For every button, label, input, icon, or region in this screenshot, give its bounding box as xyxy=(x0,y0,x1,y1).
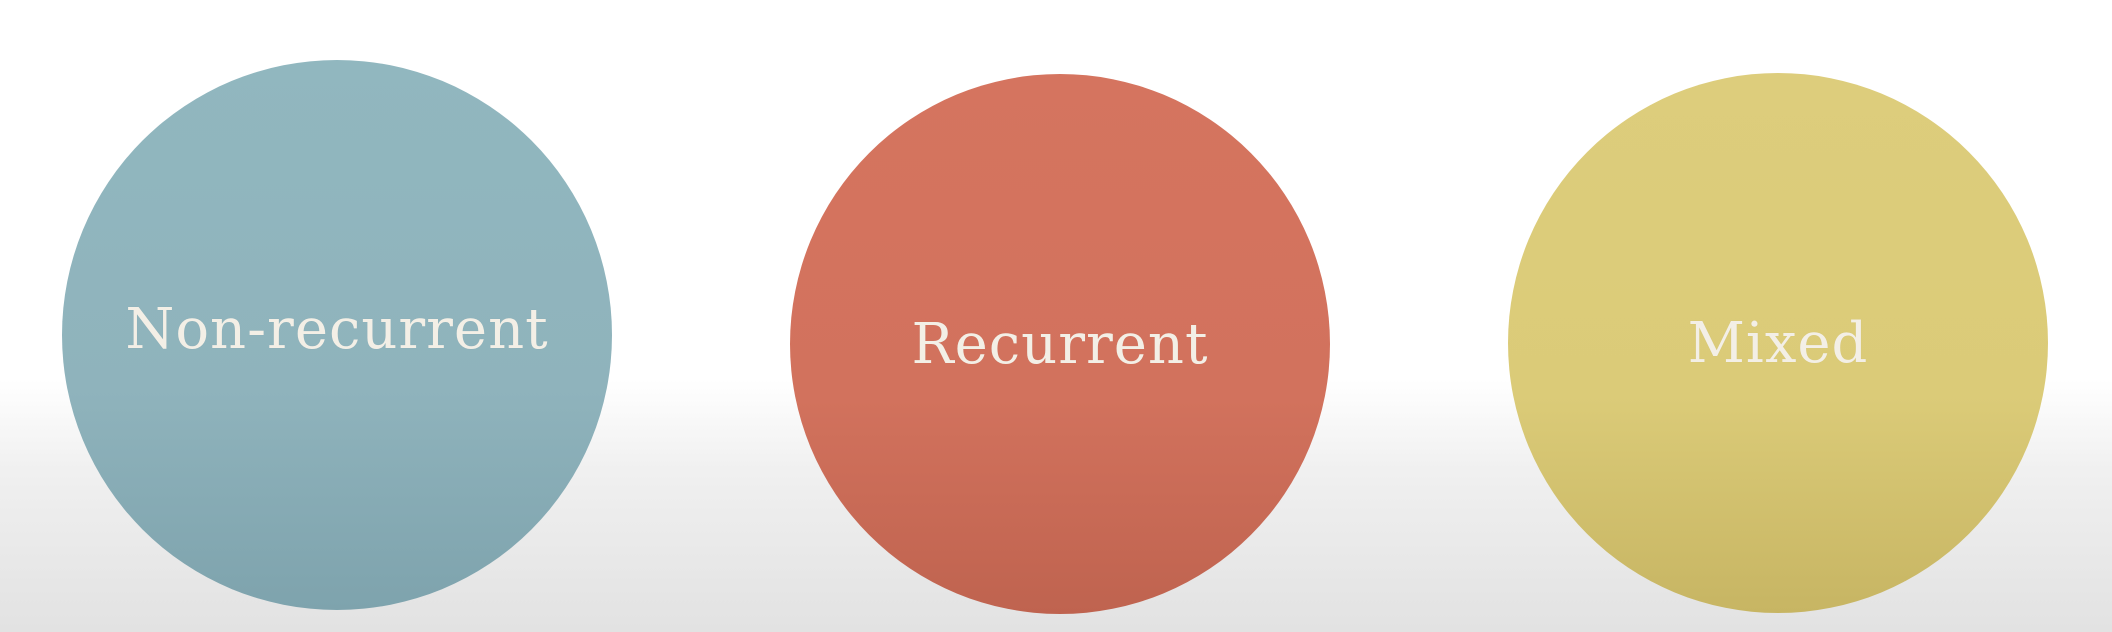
recurrent-label: Recurrent xyxy=(911,311,1209,377)
recurrent-circle: Recurrent xyxy=(790,74,1330,614)
mixed-circle: Mixed xyxy=(1508,73,2048,613)
non-recurrent-label: Non-recurrent xyxy=(125,296,549,362)
non-recurrent-circle: Non-recurrent xyxy=(62,60,612,610)
mixed-label: Mixed xyxy=(1687,310,1869,376)
